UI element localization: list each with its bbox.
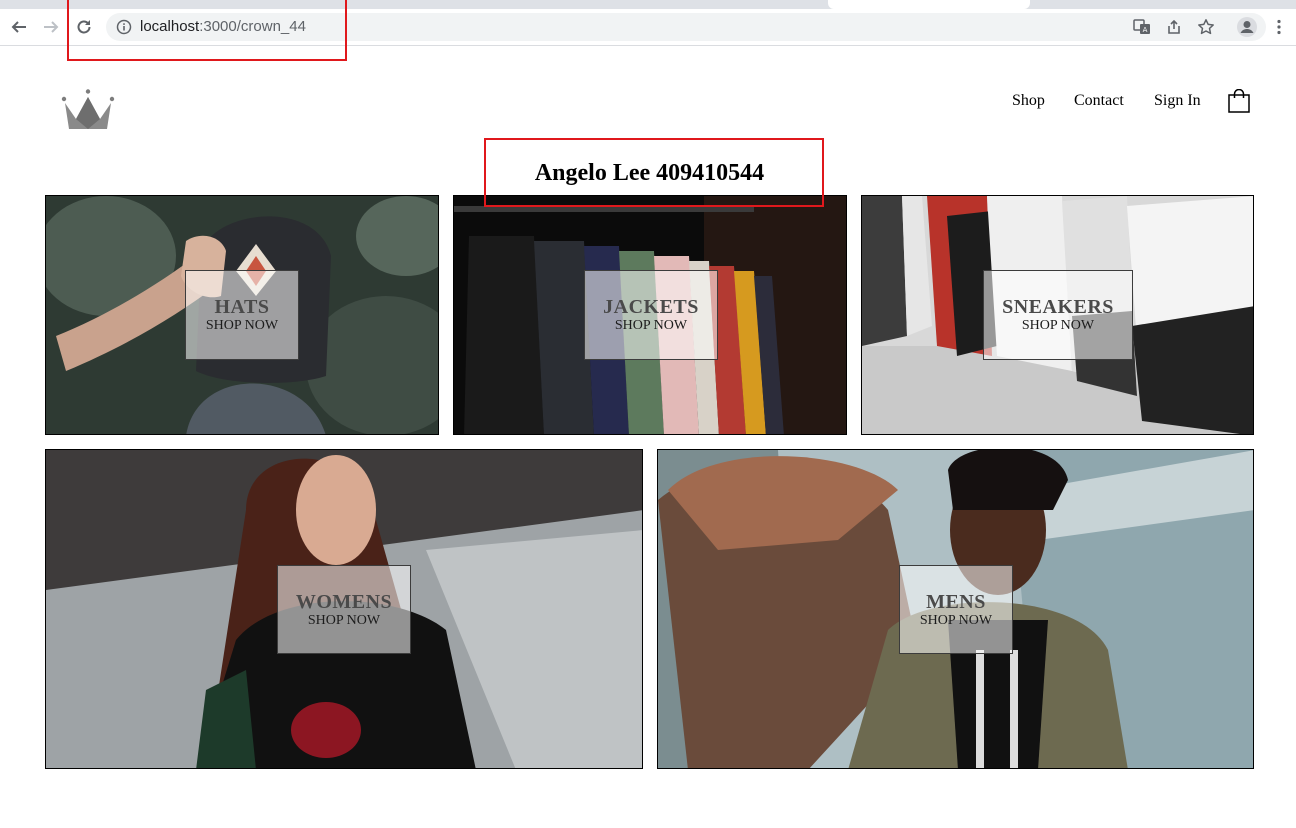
category-label: WOMENS bbox=[295, 591, 393, 613]
forward-icon[interactable] bbox=[41, 17, 61, 37]
share-icon[interactable] bbox=[1165, 18, 1183, 36]
shop-now-label: SHOP NOW bbox=[205, 318, 279, 333]
category-tile-sneakers[interactable]: SNEAKERS SHOP NOW bbox=[861, 195, 1254, 435]
crown-icon[interactable] bbox=[60, 89, 116, 131]
category-overlay[interactable]: JACKETS SHOP NOW bbox=[584, 270, 718, 360]
active-tab[interactable] bbox=[828, 0, 1030, 9]
star-icon[interactable] bbox=[1197, 18, 1215, 36]
back-icon[interactable] bbox=[9, 17, 29, 37]
category-tile-hats[interactable]: HATS SHOP NOW bbox=[45, 195, 439, 435]
url-host: localhost bbox=[140, 18, 200, 35]
category-tile-jackets[interactable]: JACKETS SHOP NOW bbox=[453, 195, 847, 435]
category-overlay[interactable]: HATS SHOP NOW bbox=[185, 270, 299, 360]
category-tile-womens[interactable]: WOMENS SHOP NOW bbox=[45, 449, 643, 769]
nav-sign-in[interactable]: Sign In bbox=[1154, 92, 1201, 110]
url-path: :3000/crown_44 bbox=[199, 18, 306, 35]
category-overlay[interactable]: WOMENS SHOP NOW bbox=[277, 565, 411, 654]
url-text[interactable]: localhost:3000/crown_44 bbox=[140, 18, 306, 35]
page-title: Angelo Lee 409410544 bbox=[534, 160, 765, 186]
nav-contact[interactable]: Contact bbox=[1074, 92, 1124, 110]
svg-text:A: A bbox=[1143, 26, 1148, 34]
info-icon[interactable] bbox=[115, 18, 133, 36]
nav-shop[interactable]: Shop bbox=[1012, 92, 1045, 110]
category-overlay[interactable]: SNEAKERS SHOP NOW bbox=[983, 270, 1133, 360]
category-label: HATS bbox=[214, 296, 270, 318]
address-bar[interactable]: localhost:3000/crown_44 A bbox=[106, 13, 1266, 41]
browser-toolbar: localhost:3000/crown_44 A bbox=[0, 9, 1296, 46]
translate-icon[interactable]: A bbox=[1133, 18, 1151, 36]
category-label: MENS bbox=[926, 591, 986, 613]
tab-strip bbox=[0, 0, 1296, 9]
shop-now-label: SHOP NOW bbox=[614, 318, 688, 333]
menu-icon[interactable] bbox=[1269, 17, 1289, 37]
shopping-bag-icon[interactable] bbox=[1228, 88, 1250, 113]
shop-now-label: SHOP NOW bbox=[307, 613, 381, 628]
shop-now-label: SHOP NOW bbox=[919, 613, 993, 628]
category-tile-mens[interactable]: MENS SHOP NOW bbox=[657, 449, 1254, 769]
profile-icon[interactable] bbox=[1236, 16, 1258, 38]
category-label: SNEAKERS bbox=[1002, 296, 1114, 318]
category-label: JACKETS bbox=[603, 296, 699, 318]
category-overlay[interactable]: MENS SHOP NOW bbox=[899, 565, 1013, 654]
reload-icon[interactable] bbox=[74, 17, 94, 37]
shop-now-label: SHOP NOW bbox=[1021, 318, 1095, 333]
